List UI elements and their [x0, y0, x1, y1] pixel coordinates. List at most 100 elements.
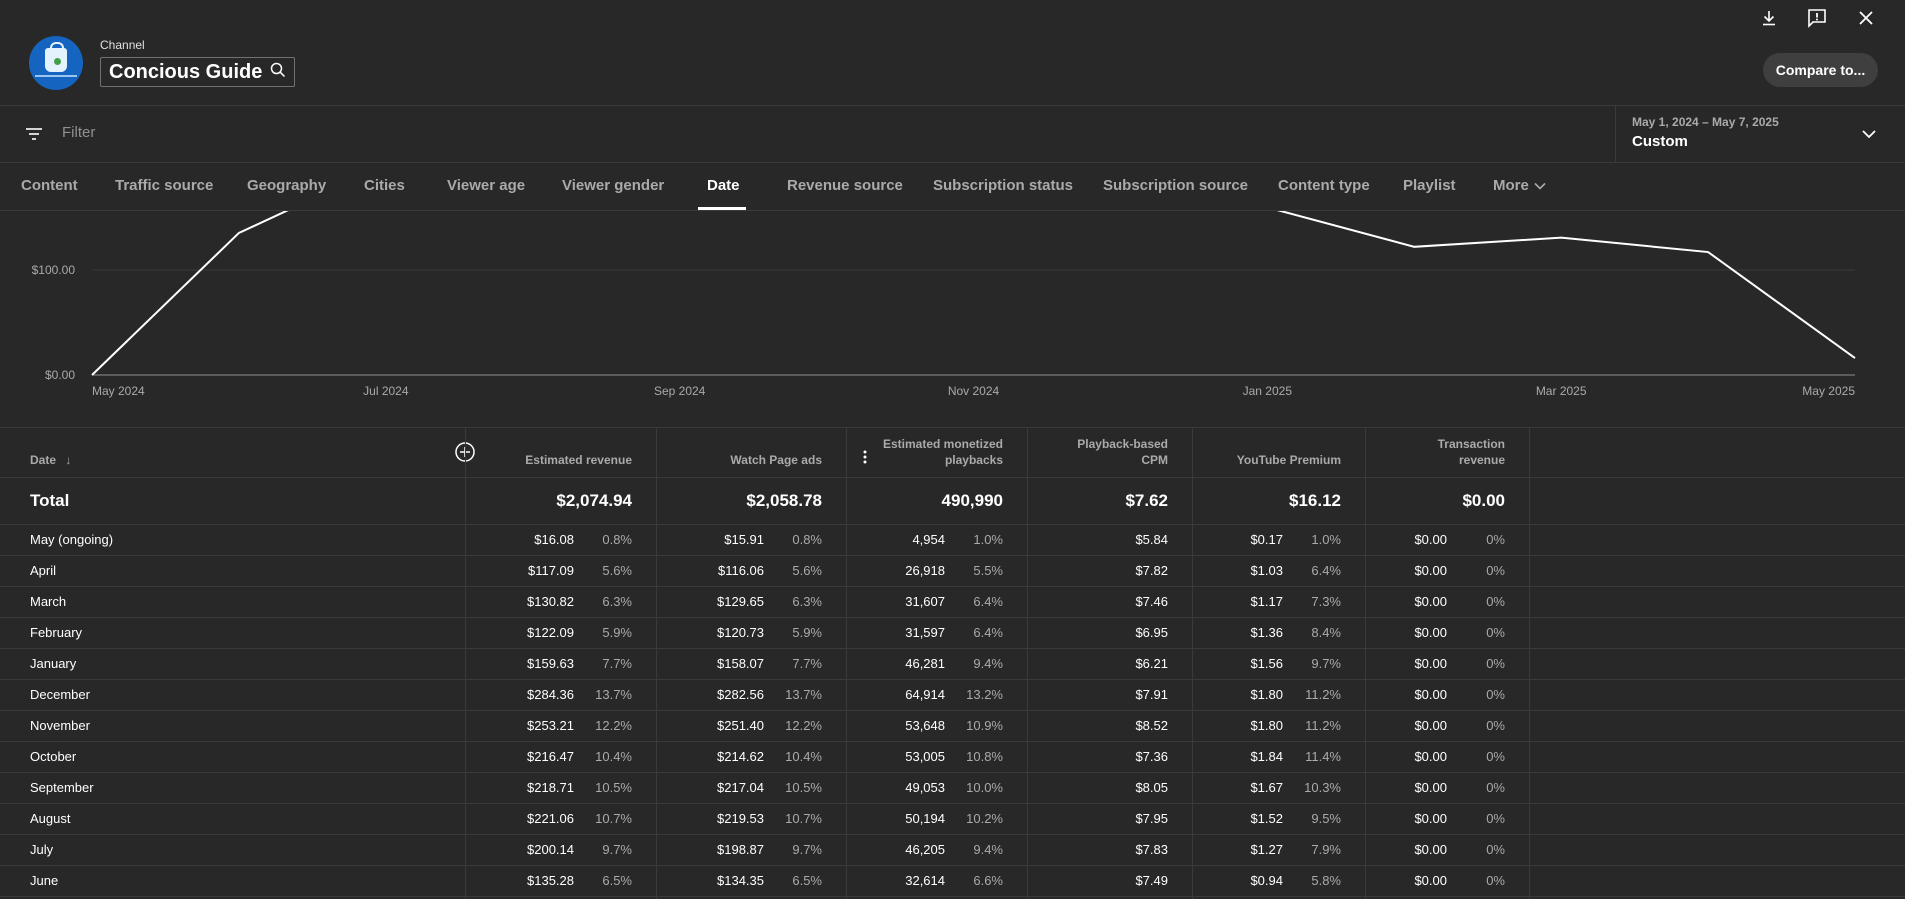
tab-viewer-age[interactable]: Viewer age [447, 177, 525, 194]
table-row[interactable]: November $253.21 12.2% $251.40 12.2% 53,648 10… [0, 710, 1905, 742]
cell-premium: $1.56 [1250, 656, 1283, 671]
cell-transaction-pct: 0% [1486, 532, 1505, 547]
table-row[interactable]: August $221.06 10.7% $219.53 10.7% 50,194 10.2… [0, 803, 1905, 835]
column-header-monetized-playbacks-line1: Estimated monetized [882, 437, 1003, 451]
close-icon[interactable] [1854, 6, 1878, 30]
tab-more[interactable]: More [1493, 177, 1547, 194]
cell-revenue-pct: 0.8% [602, 532, 632, 547]
date-range-selector[interactable]: May 1, 2024 – May 7, 2025 Custom [1615, 106, 1905, 162]
channel-avatar[interactable] [29, 36, 83, 90]
column-header-youtube-premium[interactable]: YouTube Premium [1237, 452, 1341, 468]
cell-premium: $1.03 [1250, 563, 1283, 578]
table-row[interactable]: July $200.14 9.7% $198.87 9.7% 46,205 9.4% $7.8… [0, 834, 1905, 866]
column-divider [1192, 428, 1193, 899]
column-header-playback-cpm[interactable]: Playback-based CPM [1077, 436, 1168, 468]
cell-revenue-pct: 9.7% [602, 842, 632, 857]
tab-subscription-source[interactable]: Subscription source [1103, 177, 1248, 194]
cell-watch-ads-pct: 6.5% [792, 873, 822, 888]
sort-down-icon[interactable]: ↓ [65, 453, 71, 467]
tab-date[interactable]: Date [707, 177, 740, 194]
column-header-monetized-playbacks[interactable]: Estimated monetized playbacks [883, 436, 1003, 468]
cell-transaction: $0.00 [1414, 718, 1447, 733]
table-row[interactable]: May (ongoing) $16.08 0.8% $15.91 0.8% 4,954 1.… [0, 524, 1905, 556]
table-row[interactable]: September $218.71 10.5% $217.04 10.5% 49,053 1… [0, 772, 1905, 804]
cell-premium-pct: 11.2% [1305, 687, 1341, 702]
table-row[interactable]: June $135.28 6.5% $134.35 6.5% 32,614 6.6% $7.4… [0, 865, 1905, 897]
table-row[interactable]: February $122.09 5.9% $120.73 5.9% 31,597 6.4%… [0, 617, 1905, 649]
cell-revenue: $216.47 [527, 749, 574, 764]
download-icon[interactable] [1757, 6, 1781, 30]
column-header-transaction-revenue[interactable]: Transaction revenue [1438, 436, 1505, 468]
column-header-watch-page-ads[interactable]: Watch Page ads [730, 452, 822, 468]
cell-cpm: $7.49 [1135, 873, 1168, 888]
cell-playbacks-pct: 6.4% [973, 625, 1003, 640]
cell-cpm: $5.84 [1135, 532, 1168, 547]
tab-playlist[interactable]: Playlist [1403, 177, 1456, 194]
column-header-date[interactable]: Date ↓ [30, 452, 71, 468]
cell-premium-pct: 7.3% [1311, 594, 1341, 609]
cell-watch-ads-pct: 10.4% [785, 749, 822, 764]
cell-cpm: $7.83 [1135, 842, 1168, 857]
cell-watch-ads: $129.65 [717, 594, 764, 609]
tab-content-type[interactable]: Content type [1278, 177, 1370, 194]
cell-premium: $1.52 [1250, 811, 1283, 826]
column-header-estimated-revenue[interactable]: Estimated revenue [525, 452, 632, 468]
y-tick-label: $0.00 [45, 368, 75, 382]
cell-date: July [30, 842, 54, 857]
cell-revenue-pct: 6.3% [602, 594, 632, 609]
cell-cpm: $8.05 [1135, 780, 1168, 795]
table-row[interactable]: December $284.36 13.7% $282.56 13.7% 64,914 13… [0, 679, 1905, 711]
compare-button[interactable]: Compare to... [1763, 53, 1878, 87]
cell-revenue: $135.28 [527, 873, 574, 888]
table-row[interactable]: March $130.82 6.3% $129.65 6.3% 31,607 6.4% $7.… [0, 586, 1905, 618]
cell-premium-pct: 10.3% [1304, 780, 1341, 795]
feedback-icon[interactable] [1805, 6, 1829, 30]
table-row[interactable]: April $117.09 5.6% $116.06 5.6% 26,918 5.5% $7.… [0, 555, 1905, 587]
x-tick-label: Sep 2024 [654, 384, 706, 398]
dimension-tabs: Content Traffic source Geography Cities … [0, 163, 1905, 211]
total-watch-ads: $2,058.78 [746, 491, 822, 510]
tab-content[interactable]: Content [21, 177, 78, 194]
table-row[interactable]: January $159.63 7.7% $158.07 7.7% 46,281 9.4% $… [0, 648, 1905, 680]
tab-cities[interactable]: Cities [364, 177, 405, 194]
cell-date: November [30, 718, 90, 733]
cell-premium-pct: 8.4% [1311, 625, 1341, 640]
cell-playbacks-pct: 6.6% [973, 873, 1003, 888]
cell-playbacks-pct: 10.2% [966, 811, 1003, 826]
cell-premium: $1.67 [1250, 780, 1283, 795]
cell-watch-ads: $116.06 [717, 563, 764, 578]
channel-selector[interactable]: Concious Guide [100, 57, 296, 87]
cell-cpm: $6.95 [1135, 625, 1168, 640]
table-row[interactable]: October $216.47 10.4% $214.62 10.4% 53,005 10.… [0, 741, 1905, 773]
cell-watch-ads-pct: 12.2% [785, 718, 822, 733]
cell-transaction-pct: 0% [1486, 687, 1505, 702]
tab-revenue-source[interactable]: Revenue source [787, 177, 903, 194]
active-tab-indicator [698, 207, 746, 210]
y-tick-label: $100.00 [32, 263, 76, 277]
filter-icon[interactable] [24, 124, 44, 144]
cell-premium: $1.17 [1250, 594, 1283, 609]
cell-revenue-pct: 10.7% [595, 811, 632, 826]
more-vert-icon[interactable] [860, 448, 870, 466]
cell-playbacks: 31,597 [905, 625, 945, 640]
series-line[interactable] [91, 211, 1856, 376]
cell-transaction-pct: 0% [1486, 780, 1505, 795]
cell-date: June [30, 873, 59, 888]
total-premium: $16.12 [1289, 491, 1341, 510]
tab-subscription-status[interactable]: Subscription status [933, 177, 1073, 194]
cell-transaction-pct: 0% [1486, 594, 1505, 609]
chevron-down-icon[interactable] [1859, 124, 1879, 144]
filter-input[interactable]: Filter [62, 124, 95, 141]
tab-geography[interactable]: Geography [247, 177, 326, 194]
cell-premium: $0.17 [1250, 532, 1283, 547]
cell-transaction-pct: 0% [1486, 656, 1505, 671]
cell-revenue-pct: 7.7% [602, 656, 632, 671]
tab-viewer-gender[interactable]: Viewer gender [562, 177, 664, 194]
cell-cpm: $7.36 [1135, 749, 1168, 764]
cell-date: September [30, 780, 94, 795]
tab-traffic-source[interactable]: Traffic source [115, 177, 213, 194]
column-divider [1027, 428, 1028, 899]
cell-watch-ads-pct: 5.9% [792, 625, 822, 640]
search-icon[interactable] [270, 62, 286, 83]
cell-transaction: $0.00 [1414, 873, 1447, 888]
